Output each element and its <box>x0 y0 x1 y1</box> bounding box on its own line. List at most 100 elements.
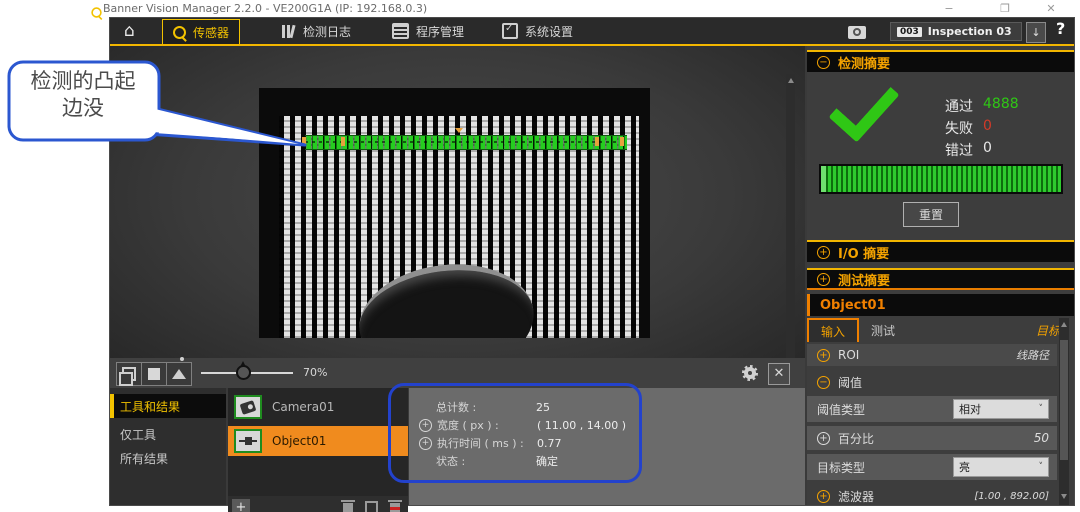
screenshot: Banner Vision Manager 2.2.0 - VE200G1A (… <box>0 0 1080 512</box>
tool-name: Camera01 <box>272 400 334 414</box>
tool-row-object01[interactable]: Object01 <box>228 426 408 456</box>
fullscreen-button[interactable]: ✕ <box>768 363 790 385</box>
pass-label: 通过 <box>945 96 973 118</box>
threshold-type-dropdown[interactable]: 相对 ˅ <box>953 399 1049 419</box>
inspection-dropdown-button[interactable]: ↓ <box>1026 22 1046 43</box>
scroll-up-icon[interactable] <box>788 78 794 83</box>
tab-inspection-logs[interactable]: 检测日志 <box>282 20 351 42</box>
edge-tool-icon <box>234 429 262 453</box>
test-summary-title: 测试摘要 <box>838 270 890 289</box>
tool-row-camera01[interactable]: Camera01 <box>228 392 408 422</box>
target-type-value: 亮 <box>959 459 1039 475</box>
help-button[interactable]: ? <box>1056 19 1065 38</box>
camera-glyph-icon <box>240 400 257 415</box>
tab-system-settings[interactable]: 系统设置 <box>502 20 573 42</box>
home-button[interactable]: ⌂ <box>124 20 135 42</box>
zoom-slider-handle[interactable] <box>236 365 251 380</box>
expand-icon[interactable]: + <box>817 349 830 362</box>
object-header[interactable]: Object01 <box>807 294 1074 316</box>
edge-marker <box>595 137 599 146</box>
fail-stat: 失败 0 <box>945 118 992 140</box>
tab-tools-and-results[interactable]: 工具和结果 <box>110 394 226 418</box>
threshold-type-row: 阈值类型 相对 ˅ <box>807 396 1057 422</box>
filter-row[interactable]: + 滤波器 [1.00 , 892.00] <box>807 486 1057 506</box>
inspection-badge: 003 <box>897 27 922 37</box>
test-summary-header[interactable]: + 测试摘要 <box>807 268 1074 290</box>
pass-stat: 通过 4888 <box>945 96 1019 118</box>
restore-button[interactable]: ❐ <box>994 1 1016 16</box>
copy-icon[interactable] <box>365 501 378 512</box>
miss-stat: 错过 0 <box>945 140 992 162</box>
inspection-summary-header[interactable]: − 检测摘要 <box>807 50 1074 72</box>
tool-list-toolbar: + <box>228 496 408 512</box>
app-logo-icon <box>91 7 101 17</box>
main-nav: ⌂ 传感器 检测日志 程序管理 系统设置 003 <box>110 18 1074 44</box>
results-highlight-annotation <box>388 383 642 483</box>
pass-checkmark-icon <box>828 70 899 143</box>
zoom-percentage: 70% <box>303 366 327 379</box>
tab-input[interactable]: 输入 <box>807 318 859 342</box>
collapse-icon[interactable]: − <box>817 56 830 69</box>
home-icon: ⌂ <box>124 23 135 40</box>
scrollbar-thumb[interactable] <box>1060 340 1068 460</box>
reset-button[interactable]: 重置 <box>903 202 959 227</box>
tab-all-results[interactable]: 所有结果 <box>110 446 226 470</box>
scroll-up-icon[interactable] <box>1061 322 1067 327</box>
percentage-row[interactable]: + 百分比 50 <box>807 426 1057 450</box>
edge-marker <box>620 137 624 146</box>
roi-value: 线路径 <box>1016 347 1049 363</box>
viewport-vertical-scrollbar[interactable] <box>786 74 795 378</box>
percentage-label: 百分比 <box>838 430 1026 447</box>
square-view-button[interactable] <box>141 363 166 385</box>
mountain-icon <box>172 369 186 379</box>
minimize-button[interactable]: − <box>938 1 960 16</box>
inspection-selector[interactable]: 003 Inspection 03 <box>890 22 1022 41</box>
roi-row[interactable]: + ROI 线路径 <box>807 344 1057 366</box>
threshold-header-row[interactable]: − 阈值 <box>807 372 1057 392</box>
target-type-dropdown[interactable]: 亮 ˅ <box>953 457 1049 477</box>
add-tool-button[interactable]: + <box>232 499 250 512</box>
threshold-type-label: 阈值类型 <box>817 401 945 418</box>
results-tab-column: 工具和结果 仅工具 所有结果 <box>110 388 226 505</box>
delete-icon[interactable] <box>343 503 353 512</box>
expand-icon[interactable]: + <box>817 273 830 286</box>
title-bar: Banner Vision Manager 2.2.0 - VE200G1A (… <box>0 0 1080 18</box>
target-type-row: 目标类型 亮 ˅ <box>807 454 1057 480</box>
tab-test[interactable]: 测试 <box>871 322 895 339</box>
miss-value: 0 <box>983 140 992 162</box>
window-title: Banner Vision Manager 2.2.0 - VE200G1A (… <box>103 2 427 15</box>
collapse-icon[interactable]: − <box>817 376 830 389</box>
panel-scrollbar[interactable] <box>1059 318 1069 505</box>
chevron-down-icon: ˅ <box>1039 404 1044 414</box>
roi-detection-band[interactable] <box>305 135 627 150</box>
layers-view-button[interactable] <box>117 363 141 385</box>
fail-label: 失败 <box>945 118 973 140</box>
magnifier-icon <box>173 26 186 39</box>
tab-tools-only[interactable]: 仅工具 <box>110 422 226 446</box>
snapshot-button[interactable] <box>848 24 866 43</box>
camera-icon <box>848 26 866 39</box>
tab-program-management[interactable]: 程序管理 <box>392 20 464 42</box>
edge-glyph-icon <box>239 440 257 442</box>
close-button[interactable]: ✕ <box>1040 1 1062 16</box>
image-view-button[interactable] <box>166 363 191 385</box>
scroll-down-icon[interactable] <box>1061 494 1067 499</box>
miss-label: 错过 <box>945 140 973 162</box>
tab-target[interactable]: 目标 <box>1036 322 1060 339</box>
percentage-value: 50 <box>1034 431 1049 445</box>
inspection-name: Inspection 03 <box>928 25 1012 38</box>
io-summary-header[interactable]: + I/O 摘要 <box>807 240 1074 262</box>
expand-icon[interactable]: + <box>817 490 830 503</box>
expand-icon[interactable]: + <box>817 246 830 259</box>
roi-label: ROI <box>838 348 1008 362</box>
settings-clipboard-icon <box>502 23 518 39</box>
gear-icon[interactable] <box>742 365 758 381</box>
tab-sensor[interactable]: 传感器 <box>162 19 240 45</box>
expand-icon[interactable]: + <box>817 432 830 445</box>
delete-all-icon[interactable] <box>390 503 400 512</box>
fail-value: 0 <box>983 118 992 140</box>
program-list-icon <box>392 23 409 39</box>
tool-list: Camera01 Object01 <box>228 388 408 505</box>
tab-program-label: 程序管理 <box>416 23 464 40</box>
inspection-history-bar <box>819 164 1063 194</box>
